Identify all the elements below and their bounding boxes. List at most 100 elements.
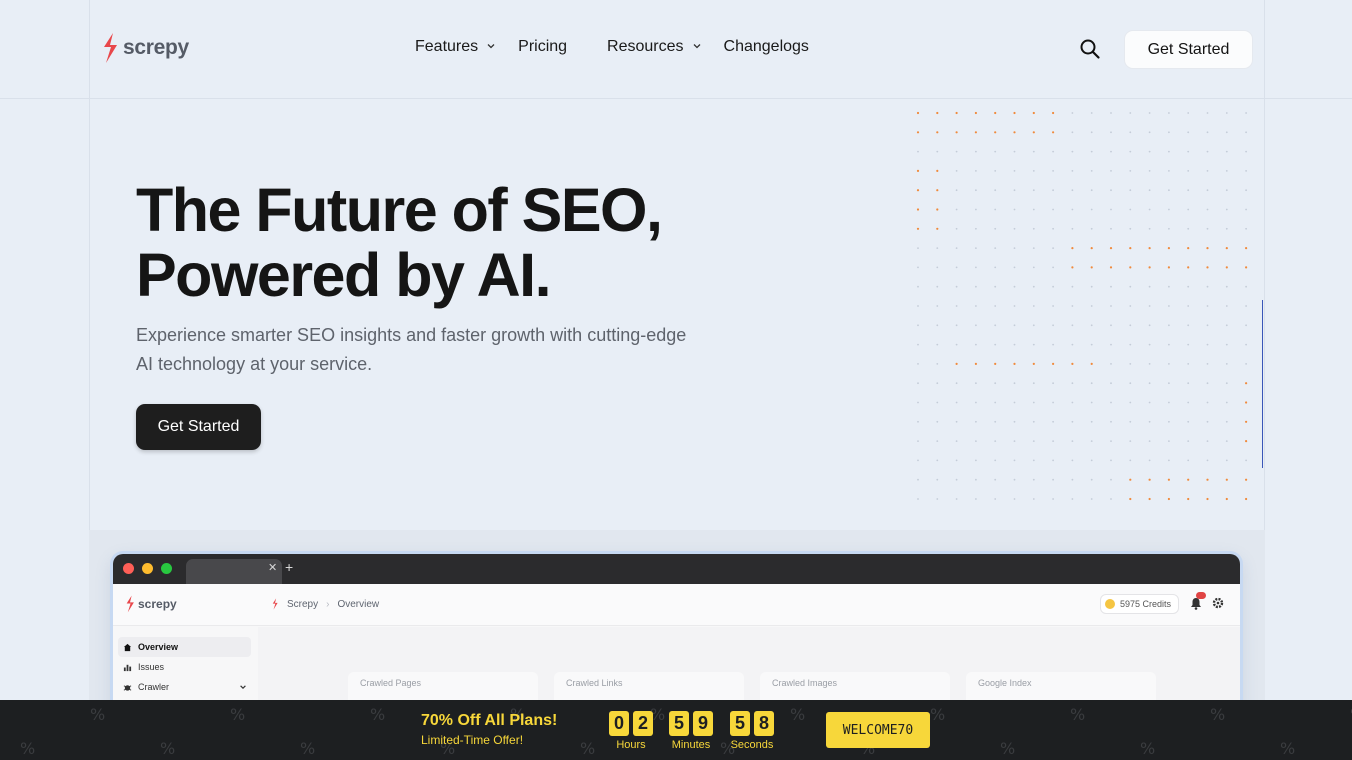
decorative-dot: [1032, 343, 1035, 346]
decorative-dot: [994, 285, 997, 288]
decorative-dot: [1071, 459, 1074, 462]
decorative-dot: [1225, 324, 1228, 327]
decorative-dot: [1206, 150, 1209, 153]
countdown-digit: 0: [609, 711, 629, 736]
decorative-dot: [1052, 285, 1054, 288]
decorative-dot: [1071, 131, 1074, 134]
decorative-dot: [1071, 208, 1074, 211]
decorative-dot: [917, 324, 919, 327]
logo[interactable]: screpy: [101, 32, 189, 64]
decorative-dot: [1110, 382, 1112, 385]
decorative-dot: [974, 362, 977, 365]
decorative-dot: [1206, 343, 1209, 346]
decorative-dot: [1032, 382, 1035, 385]
percent-badge-icon: %: [930, 705, 945, 724]
decorative-dot: [975, 401, 977, 404]
decorative-dot: [1013, 362, 1016, 365]
nav-changelogs[interactable]: Changelogs: [724, 38, 809, 56]
nav-pricing[interactable]: Pricing: [518, 38, 567, 56]
decorative-dot: [1052, 324, 1054, 327]
decorative-dot: [917, 459, 919, 462]
decorative-dot: [1110, 363, 1112, 365]
breadcrumb-item: Screpy: [287, 598, 319, 610]
stat-label: Crawled Pages: [360, 678, 422, 688]
decorative-dot: [936, 111, 939, 115]
search-icon[interactable]: [1079, 38, 1101, 60]
percent-badge-icon: %: [1280, 739, 1295, 758]
decorative-dot: [917, 478, 919, 481]
decorative-dot: [1071, 382, 1074, 385]
decorative-dot: [1013, 401, 1016, 404]
countdown-hours: 0 2 Hours: [609, 711, 653, 751]
decorative-dot: [1071, 401, 1074, 404]
decorative-dot: [1168, 420, 1170, 423]
decorative-dot: [975, 266, 977, 269]
decorative-dot: [1129, 343, 1132, 346]
chevron-down-icon: [693, 44, 700, 49]
countdown-digit: 8: [754, 711, 774, 736]
decorative-dot: [1110, 150, 1112, 153]
decorative-dot: [1187, 497, 1190, 501]
decorative-dot: [955, 285, 958, 288]
browser-titlebar: ✕ +: [113, 554, 1240, 584]
decorative-dot: [1032, 478, 1035, 481]
decorative-dot: [1245, 324, 1247, 327]
decorative-dot: [1090, 362, 1093, 365]
chevron-right-icon: ›: [326, 598, 330, 610]
decorative-dot: [1071, 266, 1074, 269]
minimize-dot: [142, 563, 153, 574]
decorative-dot: [994, 498, 997, 500]
percent-badge-icon: %: [580, 739, 595, 758]
gear-icon: [1212, 597, 1224, 609]
decorative-dot: [1052, 440, 1054, 442]
nav-features[interactable]: Features: [415, 38, 496, 56]
decorative-dot: [1206, 324, 1209, 327]
decorative-dot: [1245, 459, 1247, 462]
decorative-dot: [1071, 305, 1074, 307]
decorative-dot: [1148, 208, 1151, 211]
home-icon: [123, 643, 132, 651]
hero-get-started-button[interactable]: Get Started: [136, 404, 261, 450]
decorative-dot: [1129, 150, 1132, 153]
decorative-dot: [1245, 170, 1247, 172]
decorative-dot: [1110, 189, 1112, 192]
nav-pricing-label: Pricing: [518, 38, 568, 55]
decorative-dot: [1129, 382, 1132, 385]
chevron-down-icon: [487, 44, 495, 49]
breadcrumb-item: Overview: [337, 598, 380, 610]
coupon-code-button[interactable]: WELCOME70: [826, 712, 930, 748]
decorative-dot: [1225, 459, 1228, 462]
decorative-dot: [1206, 497, 1209, 501]
decorative-dot: [994, 305, 997, 307]
decorative-dot: [936, 363, 939, 365]
decorative-dot: [1148, 112, 1151, 114]
decorative-dot: [1148, 131, 1151, 134]
decorative-dot: [1090, 131, 1093, 134]
decorative-dot: [1052, 343, 1054, 346]
decorative-dot: [1052, 498, 1054, 500]
decorative-dot: [1090, 227, 1093, 230]
decorative-dot: [1032, 324, 1035, 327]
decorative-dot: [1032, 401, 1035, 404]
decorative-dot: [1090, 170, 1093, 172]
decorative-dot: [1013, 208, 1016, 211]
decorative-dot: [994, 111, 997, 115]
header-get-started-button[interactable]: Get Started: [1124, 30, 1253, 69]
decorative-dot: [975, 150, 977, 153]
decorative-dot: [1052, 459, 1054, 462]
decorative-dot: [1110, 285, 1112, 288]
decorative-dot: [994, 401, 997, 404]
decorative-dot: [1206, 401, 1209, 404]
decorative-dot: [1148, 324, 1151, 327]
decorative-dot: [1071, 420, 1074, 423]
decorative-dot: [1168, 382, 1170, 385]
nav-resources[interactable]: Resources: [607, 38, 701, 56]
sidebar-item-crawler: Crawler: [118, 677, 251, 697]
decorative-dot: [1187, 440, 1190, 442]
stat-label: Google Index: [978, 678, 1032, 688]
decorative-dot: [955, 266, 958, 269]
stat-label: Crawled Images: [772, 678, 838, 688]
sidebar-item-label: Crawler: [138, 682, 170, 692]
percent-badge-icon: %: [90, 705, 105, 724]
decorative-dot: [974, 111, 977, 115]
